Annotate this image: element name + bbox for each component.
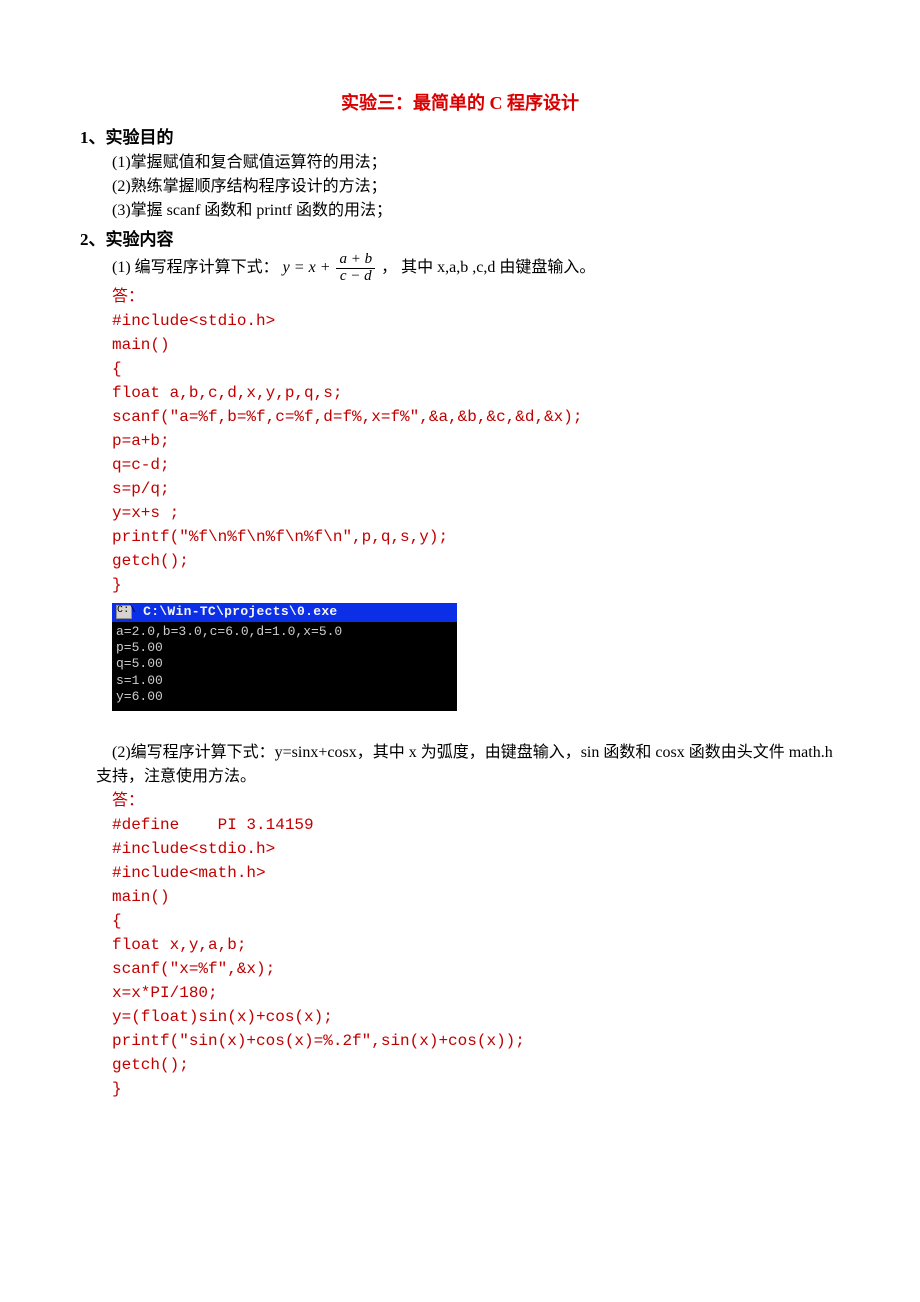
section-1-head: 1、实验目的 [80, 125, 840, 151]
page-title: 实验三：最简单的 C 程序设计 [80, 90, 840, 117]
spacer [80, 711, 840, 741]
equals-sign: = [290, 259, 309, 276]
q1-code: #include<stdio.h> main() { float a,b,c,d… [112, 309, 840, 597]
list-item: (2)熟练掌握顺序结构程序设计的方法； [112, 175, 840, 199]
fraction-numerator: a + b [336, 252, 375, 269]
q1-formula: y = x + a + bc − d [283, 259, 381, 276]
formula-lhs: y [283, 259, 290, 276]
console-window: C:\ C:\Win-TC\projects\0.exe a=2.0,b=3.0… [112, 603, 457, 712]
q1-suffix: ， 其中 x,a,b ,c,d 由键盘输入。 [381, 259, 595, 276]
question-2: (2)编写程序计算下式：y=sinx+cosx，其中 x 为弧度，由键盘输入，s… [80, 741, 840, 1101]
list-item: (3)掌握 scanf 函数和 printf 函数的用法； [112, 199, 840, 223]
fraction: a + bc − d [336, 252, 375, 285]
list-item: (1)掌握赋值和复合赋值运算符的用法； [112, 151, 840, 175]
console-title-text: C:\Win-TC\projects\0.exe [135, 604, 338, 619]
answer-label: 答： [112, 285, 840, 309]
q2-code: #define PI 3.14159 #include<stdio.h> #in… [112, 813, 840, 1101]
answer-label: 答： [112, 789, 840, 813]
q1-prompt: (1) 编写程序计算下式： y = x + a + bc − d ， 其中 x,… [112, 252, 840, 285]
q1-prefix: (1) 编写程序计算下式： [112, 259, 279, 276]
section-2-head: 2、实验内容 [80, 227, 840, 253]
q2-prompt: (2)编写程序计算下式：y=sinx+cosx，其中 x 为弧度，由键盘输入，s… [96, 741, 840, 789]
console-output: a=2.0,b=3.0,c=6.0,d=1.0,x=5.0 p=5.00 q=5… [112, 622, 457, 711]
section-1-body: (1)掌握赋值和复合赋值运算符的用法； (2)熟练掌握顺序结构程序设计的方法； … [80, 151, 840, 223]
plus-sign: + [316, 259, 335, 276]
page: 实验三：最简单的 C 程序设计 1、实验目的 (1)掌握赋值和复合赋值运算符的用… [0, 0, 920, 1302]
formula-x: x [309, 259, 316, 276]
console-system-icon: C:\ [116, 605, 132, 619]
console-titlebar: C:\ C:\Win-TC\projects\0.exe [112, 603, 457, 622]
fraction-denominator: c − d [336, 269, 375, 285]
question-1: (1) 编写程序计算下式： y = x + a + bc − d ， 其中 x,… [80, 252, 840, 711]
